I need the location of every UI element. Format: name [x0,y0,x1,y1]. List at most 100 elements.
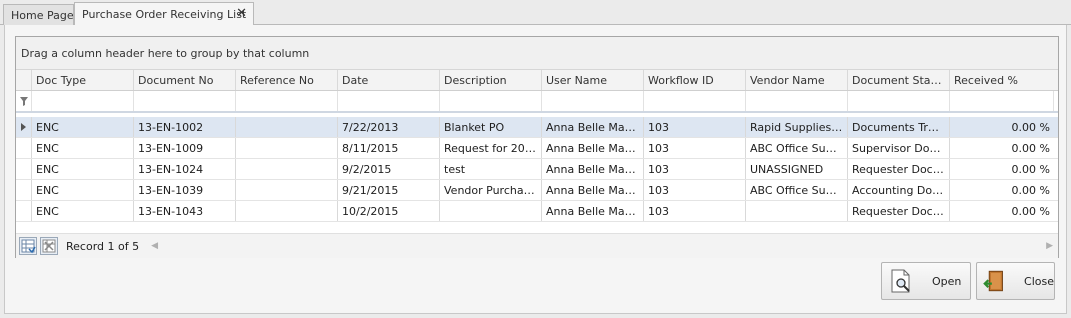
row-indicator-cell [16,138,32,158]
cell-workflow-id[interactable]: 103 [644,138,746,158]
filter-cell-document-no[interactable] [134,91,236,111]
cell-doc-type[interactable]: ENC [32,117,134,137]
cell-description[interactable]: Blanket PO [440,117,542,137]
scroll-left-icon[interactable]: ◀ [151,241,158,251]
cell-date[interactable]: 9/21/2015 [338,180,440,200]
column-header-date[interactable]: Date [338,70,440,90]
cell-reference-no[interactable] [236,180,338,200]
cell-workflow-id[interactable]: 103 [644,159,746,179]
cell-doc-type[interactable]: ENC [32,159,134,179]
cell-vendor-name[interactable]: UNASSIGNED [746,159,848,179]
cell-date[interactable]: 10/2/2015 [338,201,440,221]
filter-cell-received-pct[interactable] [950,91,1054,111]
table-row[interactable]: ENC 13-EN-1043 10/2/2015 Anna Belle Mart… [16,201,1058,222]
cell-document-no[interactable]: 13-EN-1002 [134,117,236,137]
cell-received-pct[interactable]: 0.00 % [950,138,1054,158]
grid-rows: ENC 13-EN-1002 7/22/2013 Blanket PO Anna… [16,117,1058,222]
cell-description[interactable] [440,201,542,221]
column-header-doc-type[interactable]: Doc Type [32,70,134,90]
header-indicator-cell [16,70,32,90]
group-by-panel[interactable]: Drag a column header here to group by th… [16,37,1058,70]
cell-reference-no[interactable] [236,159,338,179]
cell-doc-type[interactable]: ENC [32,180,134,200]
cell-vendor-name[interactable] [746,201,848,221]
filter-cell-date[interactable] [338,91,440,111]
cell-document-no[interactable]: 13-EN-1043 [134,201,236,221]
column-header-received-pct[interactable]: Received % [950,70,1054,90]
cell-user-name[interactable]: Anna Belle Martin [542,138,644,158]
cell-text: 9/21/2015 [342,183,399,197]
filter-cell-vendor-name[interactable] [746,91,848,111]
cell-date[interactable]: 8/11/2015 [338,138,440,158]
tab-home-label: Home Page [11,8,74,22]
cell-document-no[interactable]: 13-EN-1009 [134,138,236,158]
cell-document-status[interactable]: Requester Docu... [848,201,950,221]
tab-home-page[interactable]: Home Page [3,4,74,25]
filter-cell-document-status[interactable] [848,91,950,111]
filter-cell-doc-type[interactable] [32,91,134,111]
column-header-description[interactable]: Description [440,70,542,90]
table-row[interactable]: ENC 13-EN-1039 9/21/2015 Vendor Purchase… [16,180,1058,201]
column-header-user-name[interactable]: User Name [542,70,644,90]
grid-settings-icon[interactable] [19,237,37,255]
table-row[interactable]: ENC 13-EN-1024 9/2/2015 test Anna Belle … [16,159,1058,180]
cell-description[interactable]: Request for 20 u... [440,138,542,158]
cell-text: 13-EN-1024 [138,162,204,176]
cell-received-pct[interactable]: 0.00 % [950,117,1054,137]
cell-text: 103 [648,183,669,197]
cell-workflow-id[interactable]: 103 [644,117,746,137]
cell-date[interactable]: 7/22/2013 [338,117,440,137]
column-header-workflow-id[interactable]: Workflow ID [644,70,746,90]
document-search-icon [891,269,910,293]
cell-description[interactable]: Vendor Purchase ... [440,180,542,200]
cell-user-name[interactable]: Anna Belle Martin [542,201,644,221]
filter-cell-reference-no[interactable] [236,91,338,111]
column-header-reference-no[interactable]: Reference No [236,70,338,90]
cell-text: 13-EN-1009 [138,141,204,155]
open-button[interactable]: Open [881,262,971,300]
filter-cell-description[interactable] [440,91,542,111]
cell-vendor-name[interactable]: Rapid Supplies Pr... [746,117,848,137]
cell-doc-type[interactable]: ENC [32,201,134,221]
close-button[interactable]: Close [976,262,1055,300]
cell-text: Anna Belle Martin [546,183,639,197]
cell-document-no[interactable]: 13-EN-1039 [134,180,236,200]
cell-text: Documents Trans... [852,120,945,134]
column-header-vendor-name[interactable]: Vendor Name [746,70,848,90]
table-row[interactable]: ENC 13-EN-1002 7/22/2013 Blanket PO Anna… [16,117,1058,138]
cell-received-pct[interactable]: 0.00 % [950,159,1054,179]
cell-document-status[interactable]: Documents Trans... [848,117,950,137]
cell-text: Anna Belle Martin [546,141,639,155]
cell-reference-no[interactable] [236,201,338,221]
cell-doc-type[interactable]: ENC [32,138,134,158]
clear-filter-icon[interactable] [40,237,58,255]
cell-document-no[interactable]: 13-EN-1024 [134,159,236,179]
close-button-label: Close [1024,274,1054,288]
scroll-right-icon[interactable]: ▶ [1046,241,1053,251]
cell-reference-no[interactable] [236,138,338,158]
cell-received-pct[interactable]: 0.00 % [950,201,1054,221]
tab-close-icon[interactable]: ✕ [236,7,247,21]
cell-vendor-name[interactable]: ABC Office Supply [746,138,848,158]
filter-cell-workflow-id[interactable] [644,91,746,111]
cell-document-status[interactable]: Accounting Docu... [848,180,950,200]
cell-description[interactable]: test [440,159,542,179]
cell-user-name[interactable]: Anna Belle Martin [542,180,644,200]
cell-document-status[interactable]: Supervisor Docu... [848,138,950,158]
cell-vendor-name[interactable]: ABC Office Supply [746,180,848,200]
table-row[interactable]: ENC 13-EN-1009 8/11/2015 Request for 20 … [16,138,1058,159]
cell-workflow-id[interactable]: 103 [644,201,746,221]
cell-received-pct[interactable]: 0.00 % [950,180,1054,200]
cell-reference-no[interactable] [236,117,338,137]
cell-text: Requester Docu... [852,162,945,176]
filter-cell-user-name[interactable] [542,91,644,111]
column-header-document-status[interactable]: Document Status [848,70,950,90]
tab-purchase-order-receiving-list[interactable]: Purchase Order Receiving List ✕ [74,2,254,26]
column-header-document-no[interactable]: Document No [134,70,236,90]
cell-document-status[interactable]: Requester Docu... [848,159,950,179]
cell-user-name[interactable]: Anna Belle Martin [542,117,644,137]
cell-user-name[interactable]: Anna Belle Martin [542,159,644,179]
cell-workflow-id[interactable]: 103 [644,180,746,200]
record-counter: Record 1 of 5 [66,239,140,253]
cell-date[interactable]: 9/2/2015 [338,159,440,179]
